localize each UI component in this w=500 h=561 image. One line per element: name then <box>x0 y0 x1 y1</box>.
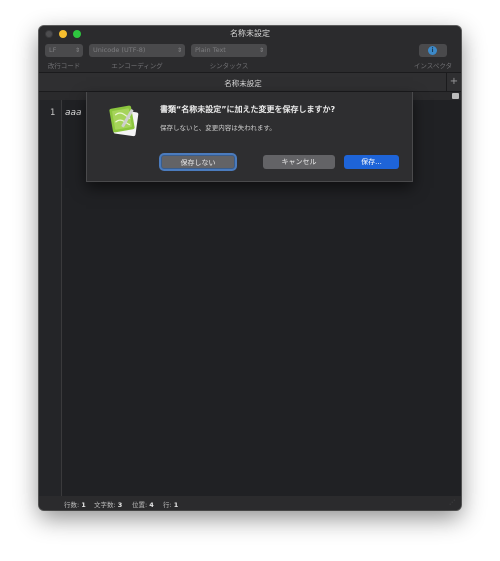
status-line-value: 1 <box>173 501 179 509</box>
status-line-label: 行: <box>163 501 172 509</box>
syntax-value: Plain Text <box>195 46 226 54</box>
line-number-gutter: 1 <box>39 100 62 496</box>
updown-icon: ⇕ <box>176 47 182 54</box>
updown-icon: ⇕ <box>258 47 264 54</box>
add-tab-button[interactable]: + <box>446 73 461 91</box>
tab-document[interactable]: 名称未設定 <box>39 78 447 89</box>
inspector-label: インスペクタ <box>413 62 453 70</box>
split-editor-icon[interactable] <box>452 93 459 99</box>
line-ending-label: 改行コード <box>47 62 81 70</box>
tab-bar: 名称未設定 + <box>39 72 461 92</box>
syntax-label: シンタックス <box>209 62 249 70</box>
window-title: 名称未設定 <box>230 29 270 38</box>
line-ending-popup[interactable]: LF ⇕ <box>45 44 83 57</box>
status-chars: 文字数: 3 <box>94 499 122 509</box>
status-chars-label: 文字数: <box>94 501 116 509</box>
status-lines-label: 行数: <box>64 501 80 509</box>
encoding-popup[interactable]: Unicode (UTF-8) ⇕ <box>89 44 185 57</box>
dialog-title: 書類“名称未設定”に加えた変更を保存しますか? <box>160 105 336 114</box>
line-ending-value: LF <box>49 46 57 54</box>
app-window: 名称未設定 LF ⇕ 改行コード Unicode (UTF-8) ⇕ エンコーデ… <box>39 26 461 510</box>
status-position-label: 位置: <box>132 501 148 509</box>
save-button[interactable]: 保存... <box>344 155 399 169</box>
resize-grip-icon[interactable]: ⋰ <box>449 499 455 506</box>
app-icon <box>109 105 139 137</box>
dialog-message: 保存しないと、変更内容は失われます。 <box>160 124 276 132</box>
save-changes-dialog: 書類“名称未設定”に加えた変更を保存しますか? 保存しないと、変更内容は失われま… <box>86 92 413 182</box>
encoding-value: Unicode (UTF-8) <box>93 46 146 54</box>
status-lines-value: 1 <box>81 501 86 509</box>
info-icon: i <box>428 46 437 55</box>
title-bar[interactable]: 名称未設定 <box>39 26 461 42</box>
status-bar: 行数: 1 文字数: 3 位置: 4 行: 1 ⋰ <box>39 496 461 510</box>
toolbar: LF ⇕ 改行コード Unicode (UTF-8) ⇕ エンコーディング Pl… <box>39 42 461 72</box>
syntax-popup[interactable]: Plain Text ⇕ <box>191 44 267 57</box>
dont-save-button[interactable]: 保存しない <box>161 155 235 169</box>
status-position: 位置: 4 <box>132 499 154 509</box>
status-lines: 行数: 1 <box>64 499 86 509</box>
status-line: 行: 1 <box>163 499 178 509</box>
status-position-value: 4 <box>149 501 154 509</box>
status-chars-value: 3 <box>117 501 123 509</box>
line-number: 1 <box>50 108 56 118</box>
editor-text[interactable]: aaa <box>65 108 82 118</box>
updown-icon: ⇕ <box>74 47 80 54</box>
encoding-label: エンコーディング <box>111 62 163 70</box>
inspector-button[interactable]: i <box>419 44 447 57</box>
cancel-button[interactable]: キャンセル <box>263 155 335 169</box>
